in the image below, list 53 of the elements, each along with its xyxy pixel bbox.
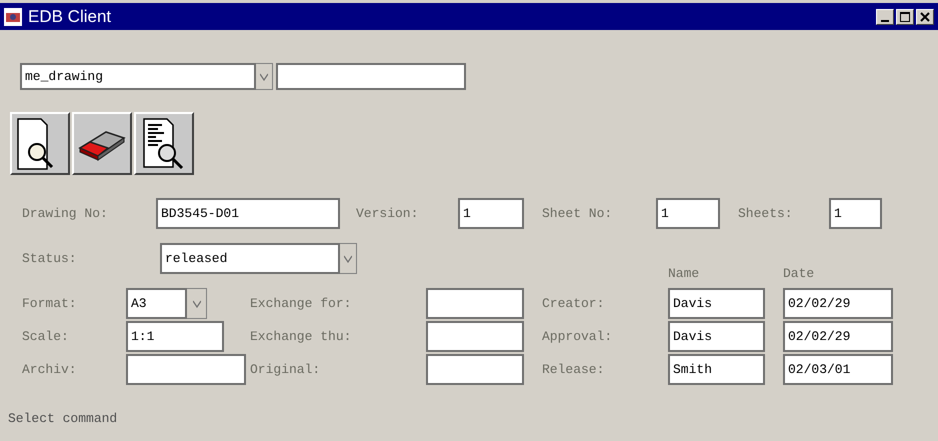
- maximize-button[interactable]: [896, 8, 914, 24]
- text-field[interactable]: [426, 354, 524, 385]
- text-field[interactable]: 02/02/29: [783, 321, 893, 352]
- field-label: Drawing No:: [22, 206, 109, 221]
- column-header: Date: [783, 266, 816, 281]
- window-title: EDB Client: [28, 6, 112, 26]
- text-field[interactable]: Davis: [668, 321, 765, 352]
- format-dropdown[interactable]: A3: [126, 288, 187, 319]
- field-label: Scale:: [22, 329, 70, 344]
- maximize-icon: [900, 12, 910, 22]
- caret-icon: [260, 72, 268, 80]
- text-field[interactable]: Davis: [668, 288, 765, 319]
- text-field[interactable]: 1: [458, 198, 524, 229]
- close-icon: [920, 12, 930, 22]
- field-label: Sheets:: [738, 206, 794, 221]
- field-label: Status:: [22, 251, 78, 266]
- text-field[interactable]: [426, 321, 524, 352]
- field-label: Original:: [250, 362, 322, 377]
- toolbar-button[interactable]: [134, 112, 194, 175]
- minimize-button[interactable]: [876, 8, 894, 24]
- status-bar-text: Select command: [8, 411, 118, 426]
- field-label: Creator:: [542, 296, 606, 311]
- text-field[interactable]: 02/02/29: [783, 288, 893, 319]
- field-label: Sheet No:: [542, 206, 614, 221]
- text-field[interactable]: 1:1: [126, 321, 224, 352]
- field-label: Approval:: [542, 329, 614, 344]
- status-dropdown[interactable]: released: [160, 243, 340, 274]
- toolbar-button[interactable]: [72, 112, 132, 175]
- text-field[interactable]: Smith: [668, 354, 765, 385]
- caret-icon: [192, 300, 200, 308]
- text-field[interactable]: 1: [656, 198, 720, 229]
- text-field[interactable]: 1: [829, 198, 882, 229]
- field-label: Exchange thu:: [250, 329, 352, 344]
- caret-icon: [344, 254, 352, 262]
- field-label: Format:: [22, 296, 78, 311]
- text-field[interactable]: [126, 354, 246, 385]
- close-button[interactable]: [916, 8, 934, 24]
- column-header: Name: [668, 266, 700, 281]
- text-field[interactable]: [426, 288, 524, 319]
- text-field[interactable]: BD3545-D01: [156, 198, 340, 229]
- dropdown-button[interactable]: [187, 288, 207, 319]
- app-icon: [4, 8, 22, 26]
- field-label: Archiv:: [22, 362, 78, 377]
- field-label: Release:: [542, 362, 606, 377]
- toolbar-button[interactable]: [10, 112, 70, 175]
- dropdown-button[interactable]: [256, 63, 273, 90]
- minimize-icon: [881, 20, 889, 22]
- dropdown-button[interactable]: [340, 243, 357, 274]
- search-field[interactable]: [276, 63, 466, 90]
- text-field[interactable]: 02/03/01: [783, 354, 893, 385]
- field-label: Version:: [356, 206, 420, 221]
- field-label: Exchange for:: [250, 296, 352, 311]
- type-dropdown[interactable]: me_drawing: [20, 63, 256, 90]
